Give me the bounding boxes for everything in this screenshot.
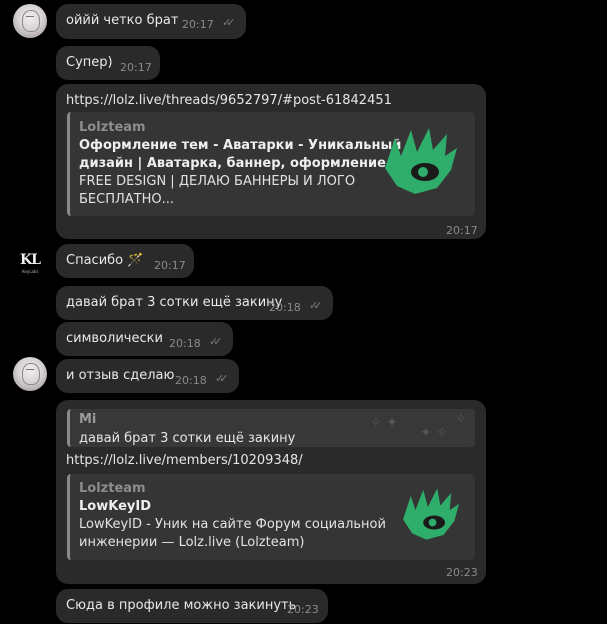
message-bubble[interactable]: Спасибо 🪄 20:17: [56, 244, 194, 278]
message-bubble[interactable]: https://lolz.live/threads/9652797/#post-…: [56, 84, 486, 239]
lolzteam-eye-logo-icon: [385, 128, 457, 194]
logo-subtext: KeyLabs: [22, 269, 39, 274]
message-time: 20:18: [169, 337, 201, 350]
message-time: 20:17: [182, 18, 214, 31]
sparkle-decoration-icon: ✦ ✧: [420, 425, 448, 441]
preview-title: LowKeyID: [79, 499, 151, 514]
message-time: 20:23: [287, 603, 319, 616]
preview-site-name: Lolzteam: [79, 120, 146, 135]
message-time: 20:18: [175, 374, 207, 387]
message-link[interactable]: https://lolz.live/threads/9652797/#post-…: [66, 93, 392, 108]
sparkle-decoration-icon: ✧ ✦: [370, 415, 398, 431]
contact-logo-avatar[interactable]: KL KeyLabs: [18, 246, 52, 280]
message-bubble[interactable]: символически 20:18 ✓✓: [56, 322, 233, 356]
preview-description: LowKeyID - Уник на сайте Форум социально…: [79, 517, 386, 532]
double-check-icon: ✓✓: [215, 372, 229, 385]
preview-site-name: Lolzteam: [79, 481, 146, 496]
double-check-icon: ✓✓: [209, 335, 223, 348]
message-text: и отзыв сделаю: [66, 368, 175, 383]
message-bubble[interactable]: Сюда в профиле можно закинуть 20:23: [56, 589, 328, 623]
reply-text: давай брат 3 сотки ещё закину: [79, 431, 296, 446]
message-bubble[interactable]: оййй четко брат 20:17 ✓✓: [56, 4, 246, 39]
user-avatar[interactable]: [13, 4, 47, 38]
message-link[interactable]: https://lolz.live/members/10209348/: [66, 453, 303, 468]
logo-letters: KL: [20, 252, 41, 268]
message-text: символически: [66, 331, 163, 346]
double-check-icon: ✓✓: [222, 16, 236, 29]
message-text: оййй четко брат: [66, 13, 179, 28]
preview-title: Оформление тем - Аватарки - Уникальный: [79, 138, 402, 153]
reply-author: Mi: [79, 412, 97, 427]
message-text: Супер): [66, 55, 113, 70]
message-text: Сюда в профиле можно закинуть: [66, 598, 297, 613]
reply-quote[interactable]: Mi давай брат 3 сотки ещё закину ✧ ✦ ✦ ✧…: [67, 409, 475, 447]
lolzteam-eye-logo-icon: [403, 488, 459, 540]
message-time: 20:17: [446, 224, 478, 237]
preview-title: дизайн | Аватарка, баннер, оформление т…: [79, 156, 411, 171]
preview-description: инженерии — Lolz.live (Lolzteam): [79, 535, 305, 550]
message-bubble[interactable]: давай брат 3 сотки ещё закину 20:18 ✓✓: [56, 286, 333, 320]
preview-description: БЕСПЛАТНО...: [79, 192, 174, 207]
link-preview[interactable]: Lolzteam LowKeyID LowKeyID - Уник на сай…: [67, 474, 475, 560]
message-text: давай брат 3 сотки ещё закину: [66, 295, 283, 310]
link-preview[interactable]: Lolzteam Оформление тем - Аватарки - Уни…: [67, 112, 475, 216]
message-bubble[interactable]: Mi давай брат 3 сотки ещё закину ✧ ✦ ✦ ✧…: [56, 400, 486, 584]
message-time: 20:17: [120, 61, 152, 74]
message-bubble[interactable]: Супер) 20:17: [56, 46, 160, 80]
message-time: 20:23: [446, 566, 478, 579]
user-avatar[interactable]: [13, 357, 47, 391]
preview-description: FREE DESIGN | ДЕЛАЮ БАННЕРЫ И ЛОГО: [79, 174, 356, 189]
message-time: 20:18: [269, 301, 301, 314]
message-bubble[interactable]: и отзыв сделаю 20:18 ✓✓: [56, 359, 239, 393]
sparkle-decoration-icon: ✧: [455, 411, 467, 427]
message-text: Спасибо 🪄: [66, 253, 144, 268]
message-time: 20:17: [154, 259, 186, 272]
double-check-icon: ✓✓: [309, 299, 323, 312]
